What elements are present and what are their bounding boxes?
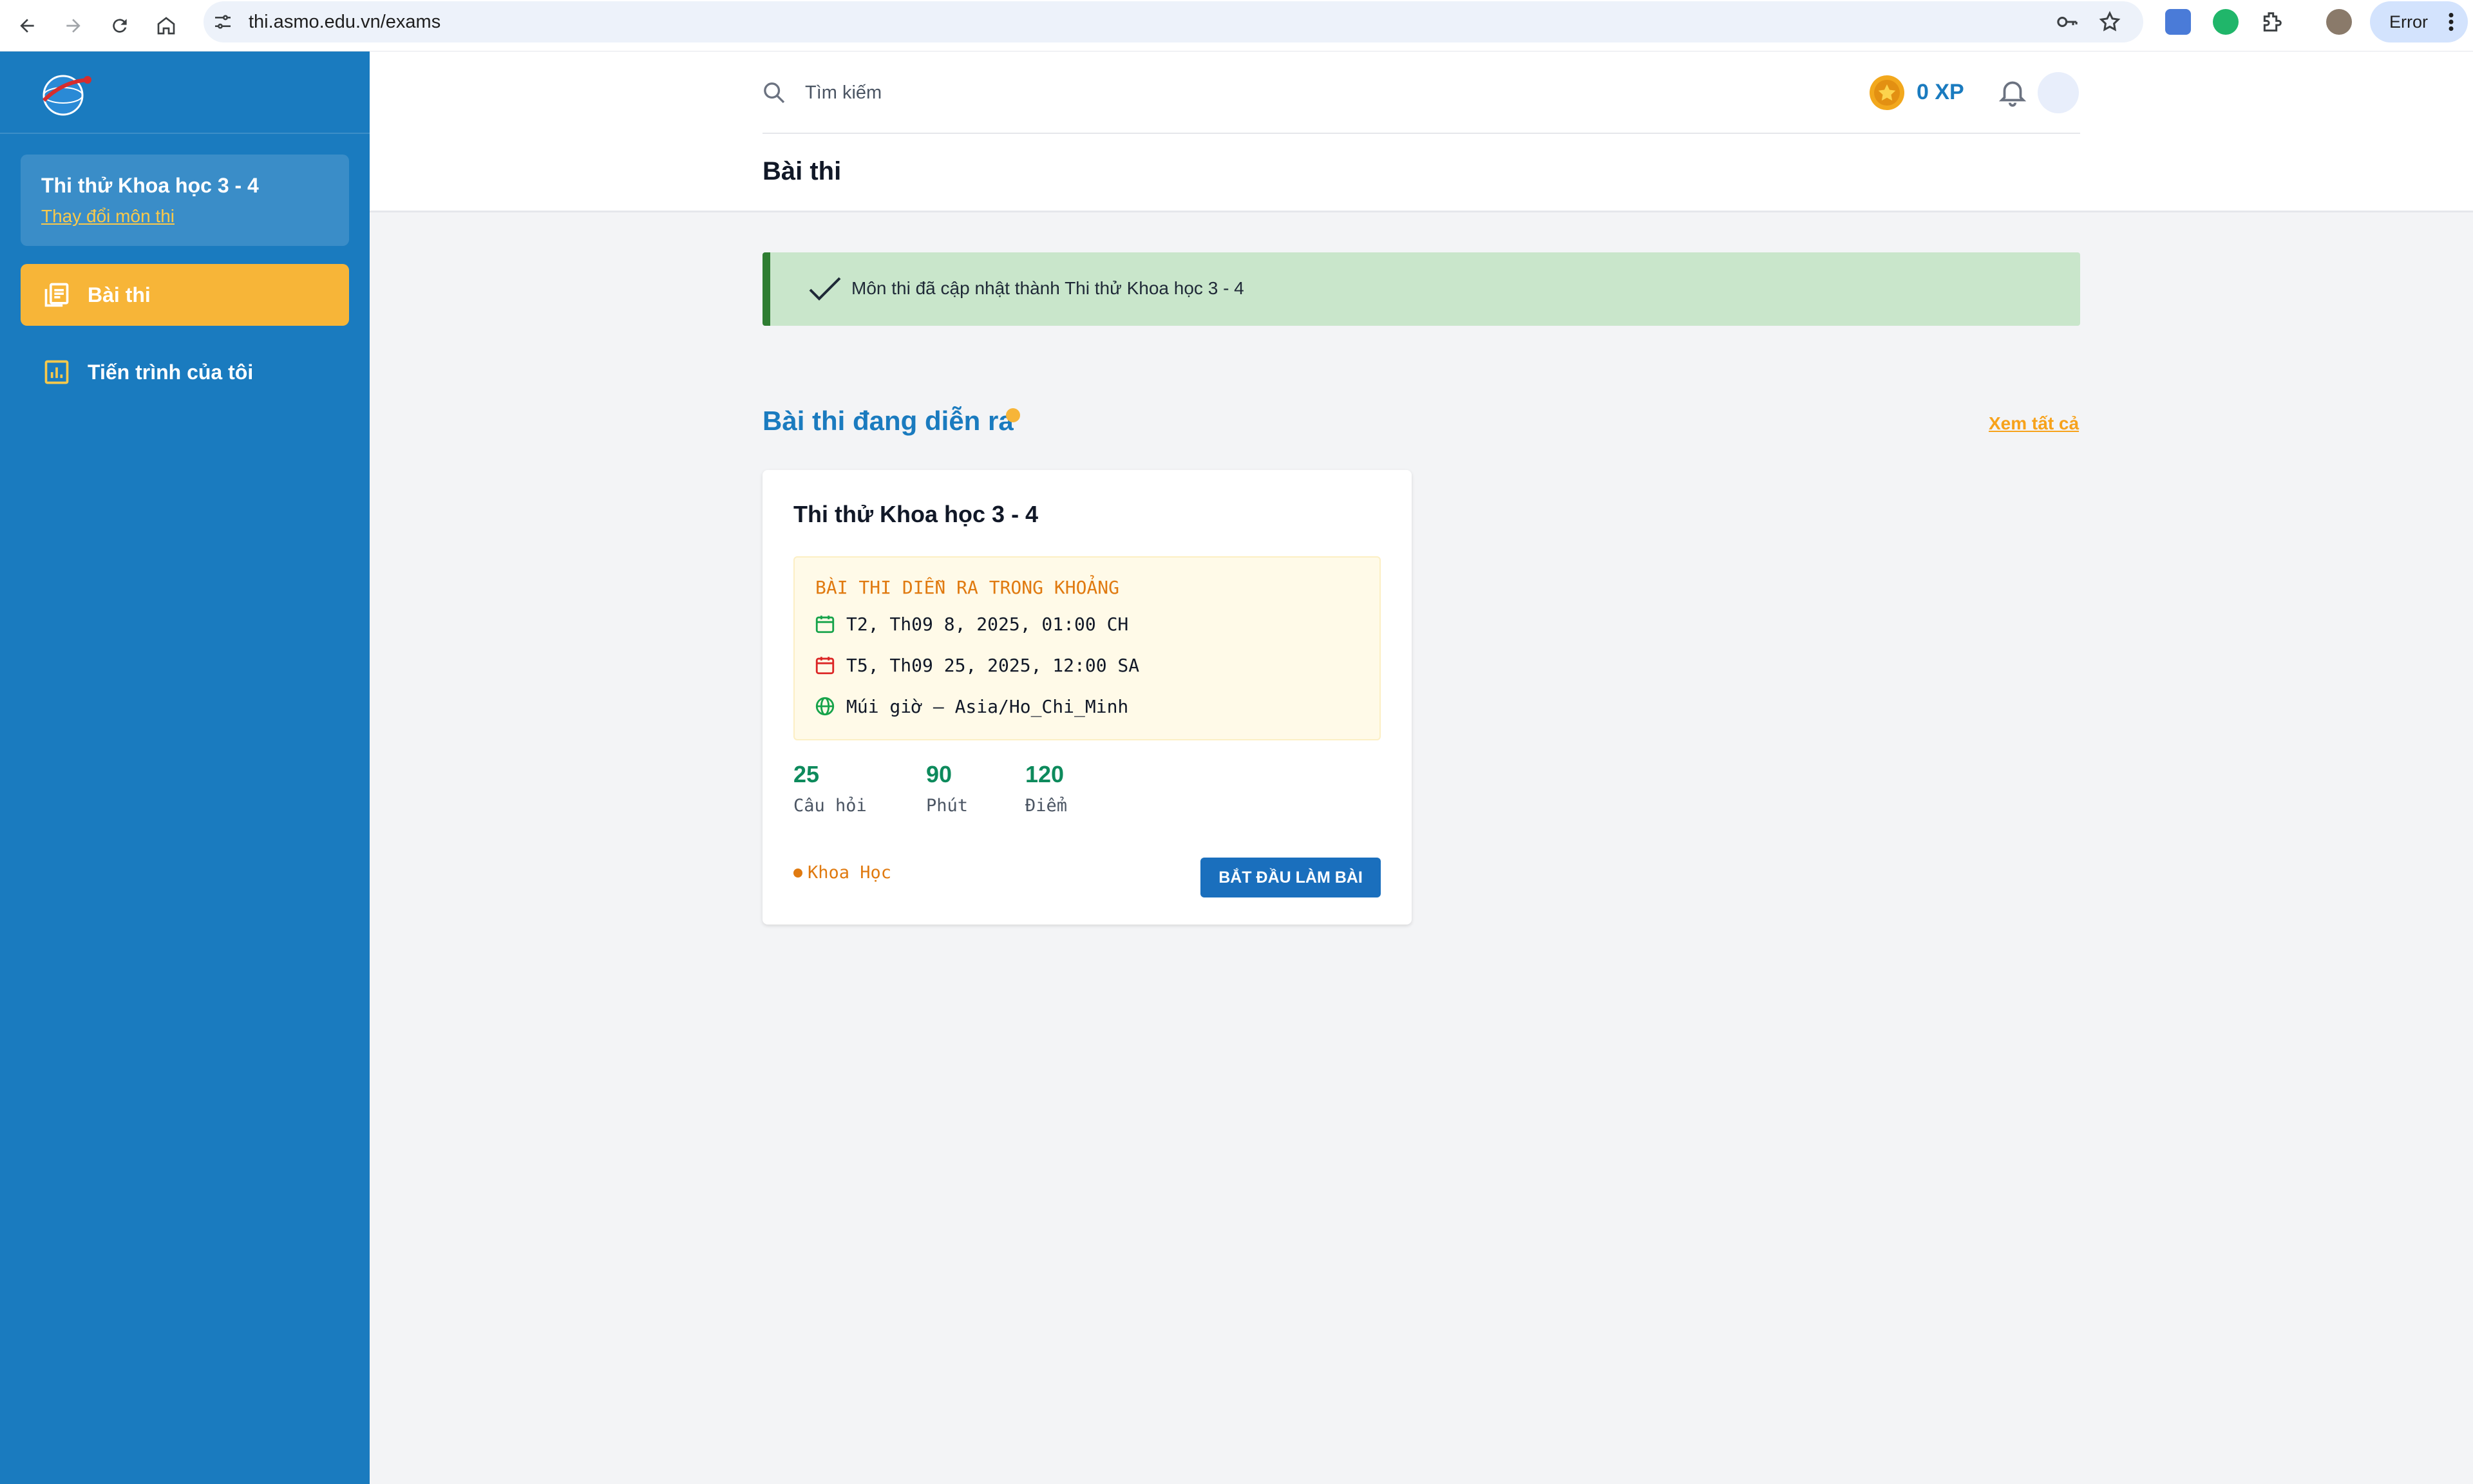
page-title: Bài thi xyxy=(763,157,842,185)
stat-label: Điểm xyxy=(1025,796,1068,816)
live-indicator-dot xyxy=(1006,408,1020,422)
schedule-heading: BÀI THI DIỄN RA TRONG KHOẢNG xyxy=(815,577,1120,598)
home-icon[interactable] xyxy=(148,8,184,44)
schedule-start-row: T2, Th09 8, 2025, 01:00 CH xyxy=(814,613,1128,635)
calendar-start-icon xyxy=(815,615,835,634)
subject-tag-label: Khoa Học xyxy=(808,863,892,883)
stat-points: 120 Điểm xyxy=(1025,761,1067,816)
current-subject-card: Thi thử Khoa học 3 - 4 Thay đổi môn thi xyxy=(21,155,349,246)
see-all-link[interactable]: Xem tất cả xyxy=(1989,413,2079,434)
back-icon[interactable] xyxy=(9,8,45,44)
start-exam-button[interactable]: BẮT ĐẦU LÀM BÀI xyxy=(1200,858,1381,897)
exam-title: Thi thử Khoa học 3 - 4 xyxy=(793,501,1039,527)
bar-chart-icon xyxy=(44,360,69,384)
alert-message: Môn thi đã cập nhật thành Thi thử Khoa h… xyxy=(851,278,1244,298)
stat-value: 25 xyxy=(793,761,820,787)
search-input[interactable] xyxy=(805,77,1256,108)
stat-value: 120 xyxy=(1025,761,1065,787)
password-key-icon[interactable] xyxy=(2056,12,2079,32)
stat-minutes: 90 Phút xyxy=(926,761,968,816)
profile-error-label: Error xyxy=(2389,12,2428,32)
stat-label: Phút xyxy=(926,796,969,816)
site-settings-icon[interactable] xyxy=(213,12,233,32)
browser-toolbar: thi.asmo.edu.vn/exams Error xyxy=(0,0,2473,52)
sidebar-item-progress[interactable]: Tiến trình của tôi xyxy=(21,341,349,403)
url-text[interactable]: thi.asmo.edu.vn/exams xyxy=(249,12,441,33)
asmo-logo[interactable] xyxy=(30,68,100,120)
exam-list-icon xyxy=(44,283,69,307)
exam-card: Thi thử Khoa học 3 - 4 BÀI THI DIỄN RA T… xyxy=(763,470,1412,925)
header-divider xyxy=(763,133,2080,134)
menu-dots-icon xyxy=(2449,13,2454,31)
success-alert: Môn thi đã cập nhật thành Thi thử Khoa h… xyxy=(763,252,2080,326)
extensions-puzzle-icon[interactable] xyxy=(2259,9,2285,35)
check-icon xyxy=(809,277,841,301)
stat-label: Câu hỏi xyxy=(793,796,867,816)
forward-icon[interactable] xyxy=(55,8,91,44)
notification-bell-icon[interactable] xyxy=(1996,76,2029,108)
schedule-timezone-row: Múi giờ – Asia/Ho_Chi_Minh xyxy=(814,695,1128,717)
globe-icon xyxy=(815,697,835,716)
subject-tag: Khoa Học xyxy=(793,863,891,883)
current-subject-title: Thi thử Khoa học 3 - 4 xyxy=(41,174,259,197)
grammar-extension-icon[interactable] xyxy=(2213,9,2239,35)
exam-schedule-box: BÀI THI DIỄN RA TRONG KHOẢNG T2, Th09 8,… xyxy=(793,556,1381,740)
section-title: Bài thi đang diễn ra xyxy=(763,406,1014,436)
calendar-end-icon xyxy=(815,657,835,675)
xp-coin-icon xyxy=(1870,75,1904,110)
sidebar-item-exams[interactable]: Bài thi xyxy=(21,264,349,326)
xp-counter: 0 XP xyxy=(1917,80,1964,104)
sidebar: Thi thử Khoa học 3 - 4 Thay đổi môn thi … xyxy=(0,52,370,1484)
schedule-end-row: T5, Th09 25, 2025, 12:00 SA xyxy=(814,654,1139,676)
stat-questions: 25 Câu hỏi xyxy=(793,761,867,816)
reload-icon[interactable] xyxy=(102,8,138,44)
subject-tag-dot xyxy=(793,868,802,878)
stat-value: 90 xyxy=(926,761,952,787)
translate-extension-icon[interactable] xyxy=(2165,9,2191,35)
schedule-timezone-text: Múi giờ – Asia/Ho_Chi_Minh xyxy=(846,695,1129,717)
sidebar-item-label: Bài thi xyxy=(88,283,151,306)
profile-error-button[interactable]: Error xyxy=(2370,1,2468,42)
address-bar[interactable]: thi.asmo.edu.vn/exams xyxy=(204,1,2143,42)
main-header: 0 XP Bài thi xyxy=(370,52,2473,212)
schedule-end-text: T5, Th09 25, 2025, 12:00 SA xyxy=(846,654,1140,676)
sidebar-item-label: Tiến trình của tôi xyxy=(88,360,254,384)
change-subject-link[interactable]: Thay đổi môn thi xyxy=(41,206,175,227)
profile-avatar[interactable] xyxy=(2326,9,2352,35)
search-icon xyxy=(764,82,785,104)
sidebar-divider xyxy=(0,133,370,134)
schedule-start-text: T2, Th09 8, 2025, 01:00 CH xyxy=(846,613,1129,635)
bookmark-star-icon[interactable] xyxy=(2098,10,2121,33)
user-avatar[interactable] xyxy=(2038,72,2079,113)
